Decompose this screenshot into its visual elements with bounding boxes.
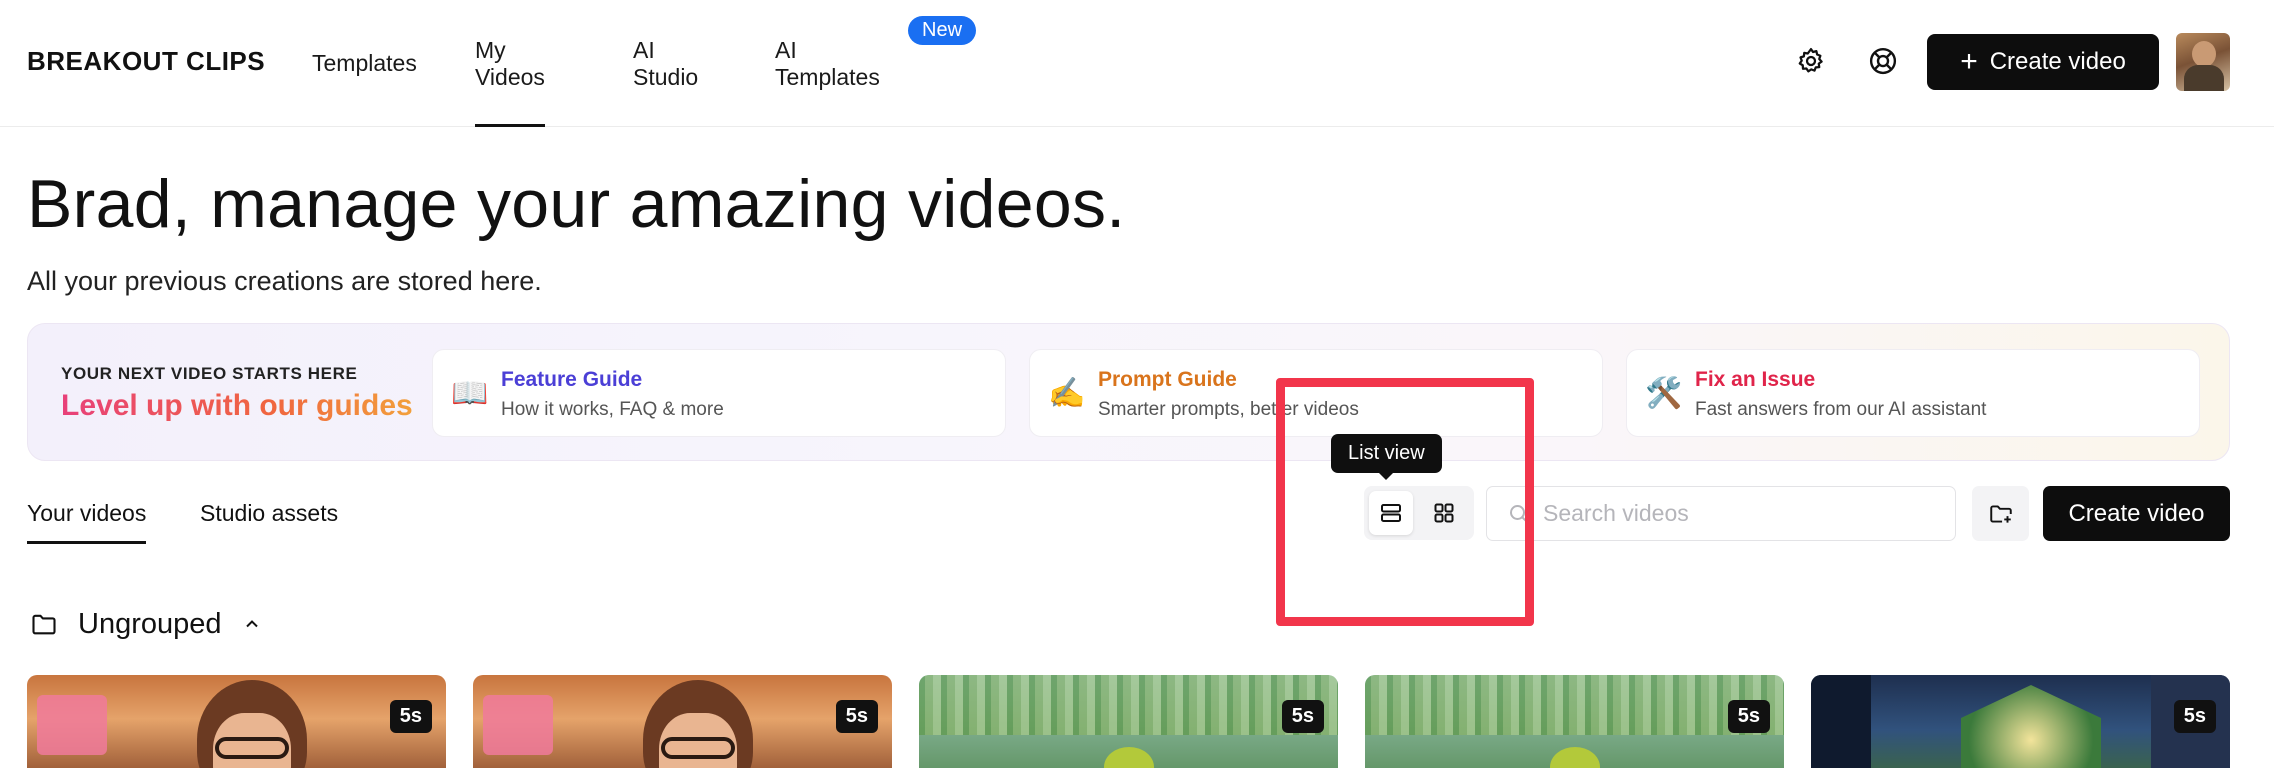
page-title: Brad, manage your amazing videos. xyxy=(27,166,1126,242)
thumbnail-art xyxy=(1811,675,1871,768)
nav-my-videos[interactable]: My Videos xyxy=(475,0,545,127)
duration-badge: 5s xyxy=(1281,700,1324,733)
tab-studio-assets[interactable]: Studio assets xyxy=(200,500,338,541)
list-view-icon xyxy=(1381,504,1401,522)
grid-view-button[interactable] xyxy=(1422,491,1466,535)
guide-description: How it works, FAQ & more xyxy=(501,399,724,420)
grid-view-icon xyxy=(1434,503,1454,523)
duration-badge: 5s xyxy=(2173,700,2216,733)
nav-label: Templates xyxy=(312,50,417,76)
new-badge: New xyxy=(908,16,977,45)
folder-icon xyxy=(32,614,56,635)
settings-button[interactable] xyxy=(1794,44,1828,78)
guides-panel: YOUR NEXT VIDEO STARTS HERE Level up wit… xyxy=(27,323,2230,461)
new-folder-button[interactable] xyxy=(1972,486,2029,541)
nav-label: My Videos xyxy=(475,36,545,90)
plus-icon: + xyxy=(1960,45,1978,78)
guide-title: Prompt Guide xyxy=(1098,368,1237,391)
fix-issue-card[interactable]: 🛠️ Fix an Issue Fast answers from our AI… xyxy=(1626,349,2200,437)
chevron-up-icon[interactable] xyxy=(242,614,262,634)
thumbnail-art xyxy=(661,737,735,759)
feature-guide-card[interactable]: 📖 Feature Guide How it works, FAQ & more xyxy=(432,349,1006,437)
thumbnail-art xyxy=(1104,747,1154,768)
thumbnail-art xyxy=(215,737,289,759)
group-label: Ungrouped xyxy=(78,607,222,640)
thumbnail-art xyxy=(919,675,1338,735)
nav-templates[interactable]: Templates xyxy=(312,0,417,127)
view-toggle xyxy=(1364,486,1474,540)
book-icon: 📖 xyxy=(451,376,489,411)
video-thumbnail[interactable]: 5s xyxy=(27,675,446,768)
nav-ai-studio[interactable]: AI Studio xyxy=(633,0,698,127)
search-icon xyxy=(1510,505,1529,524)
duration-badge: 5s xyxy=(1727,700,1770,733)
gear-icon xyxy=(1798,48,1823,73)
guide-title: Fix an Issue xyxy=(1695,368,1816,391)
duration-badge: 5s xyxy=(835,700,878,733)
create-video-button[interactable]: Create video xyxy=(2043,486,2230,541)
group-ungrouped[interactable]: Ungrouped xyxy=(30,604,262,644)
thumbnail-art xyxy=(37,695,107,755)
guide-description: Fast answers from our AI assistant xyxy=(1695,399,1987,420)
folder-plus-icon xyxy=(1989,504,2012,523)
list-view-button[interactable] xyxy=(1369,491,1413,535)
thumbnail-art xyxy=(1550,747,1600,768)
prompt-guide-card[interactable]: ✍️ Prompt Guide Smarter prompts, better … xyxy=(1029,349,1603,437)
guide-title: Feature Guide xyxy=(501,368,643,391)
lifebuoy-icon xyxy=(1869,47,1897,75)
duration-badge: 5s xyxy=(389,700,432,733)
guides-kicker: YOUR NEXT VIDEO STARTS HERE xyxy=(61,364,358,383)
create-video-header-button[interactable]: + Create video xyxy=(1927,34,2159,90)
thumbnail-art xyxy=(1365,675,1784,735)
thumbnail-art xyxy=(483,695,553,755)
nav-label: AI Templates xyxy=(775,36,880,90)
user-avatar[interactable] xyxy=(2176,33,2230,91)
nav-label: AI Studio xyxy=(633,36,699,90)
create-video-label: Create video xyxy=(1989,48,2126,75)
help-button[interactable] xyxy=(1866,44,1900,78)
tab-your-videos[interactable]: Your videos xyxy=(27,500,147,544)
video-thumbnail[interactable]: 5s xyxy=(1811,675,2230,768)
nav-ai-templates[interactable]: AI Templates xyxy=(775,0,880,127)
search-input[interactable] xyxy=(1543,487,1943,540)
tools-icon: 🛠️ xyxy=(1645,376,1683,411)
thumbnail-art xyxy=(1961,685,2101,768)
app-logo[interactable]: BREAKOUT CLIPS xyxy=(27,46,265,77)
top-header: BREAKOUT CLIPS Templates My Videos AI St… xyxy=(0,0,2274,127)
video-thumbnail[interactable]: 5s xyxy=(919,675,1338,768)
guide-description: Smarter prompts, better videos xyxy=(1098,399,1359,420)
search-box xyxy=(1486,486,1956,541)
writing-hand-icon: ✍️ xyxy=(1048,376,1086,411)
page-subtitle: All your previous creations are stored h… xyxy=(27,266,542,296)
guides-heading: Level up with our guides xyxy=(61,389,413,422)
list-view-tooltip: List view xyxy=(1331,434,1442,480)
video-thumbnail[interactable]: 5s xyxy=(1365,675,1784,768)
video-thumbnail[interactable]: 5s xyxy=(473,675,892,768)
